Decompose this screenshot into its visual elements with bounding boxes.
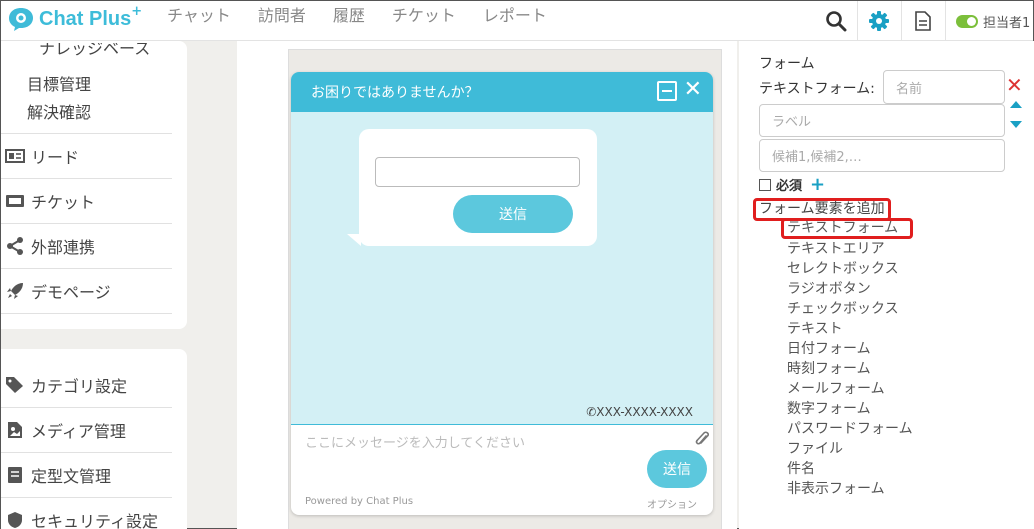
sidebar-item-templates[interactable]: 定型文管理 [1, 452, 172, 497]
required-row: 必須 + [759, 175, 825, 194]
form-element-list: テキストフォーム テキストエリア セレクトボックス ラジオボタン チェックボック… [781, 218, 913, 499]
element-time[interactable]: 時刻フォーム [787, 359, 913, 379]
minimize-icon[interactable] [657, 81, 677, 101]
sidebar-menu-top: ナレッジベース 目標管理 解決確認 リード チケット 外部連携 デモページ [1, 41, 187, 329]
tag-icon [1, 376, 29, 394]
sidebar-item-resolution[interactable]: 解決確認 [27, 99, 91, 123]
chat-bubble-logo-icon [9, 8, 33, 31]
element-password[interactable]: パスワードフォーム [787, 419, 913, 439]
phone-icon: ✆ [586, 405, 597, 419]
options-input[interactable]: 候補1,候補2,… [759, 139, 1005, 172]
logo-text: Chat Plus [39, 7, 132, 30]
element-number[interactable]: 数字フォーム [787, 399, 913, 419]
nav-tickets[interactable]: チケット [392, 6, 456, 26]
footer-divider [291, 424, 713, 425]
gear-icon [868, 11, 889, 31]
main-nav: チャット 訪問者 履歴 チケット レポート [167, 6, 574, 26]
sidebar-item-category-settings[interactable]: カテゴリ設定 [1, 362, 172, 407]
logo-plus: + [131, 3, 143, 19]
element-text[interactable]: テキスト [787, 319, 913, 339]
sidebar-item-label: デモページ [31, 283, 111, 302]
sidebar-item-goals[interactable]: 目標管理 [27, 71, 91, 95]
search-icon [826, 11, 847, 32]
status-label: 担当者1 [983, 15, 1031, 31]
sidebar-item-label: メディア管理 [31, 422, 126, 441]
paperclip-icon[interactable] [695, 430, 710, 452]
sidebar-item-security[interactable]: セキュリティ設定 [1, 497, 172, 529]
nav-visitors[interactable]: 訪問者 [258, 6, 306, 26]
ticket-icon [1, 194, 29, 208]
form-panel-title: フォーム [759, 56, 815, 72]
sidebar-item-leads[interactable]: リード [1, 133, 172, 178]
sidebar-item-label: リード [31, 148, 80, 167]
document-icon [914, 11, 931, 31]
sidebar-item-label: カテゴリ設定 [31, 376, 128, 396]
name-input[interactable]: 名前 [883, 70, 1005, 104]
element-hidden[interactable]: 非表示フォーム [787, 479, 913, 499]
share-icon [1, 237, 29, 255]
element-file[interactable]: ファイル [787, 439, 913, 459]
message-send-button[interactable]: 送信 [647, 450, 707, 488]
move-down-icon[interactable] [1010, 121, 1022, 128]
message-input[interactable]: ここにメッセージを入力してください [305, 432, 525, 451]
sidebar-item-label: 定型文管理 [31, 467, 112, 486]
settings-button[interactable] [857, 1, 899, 41]
nav-chat[interactable]: チャット [167, 6, 231, 26]
book-icon [1, 466, 29, 484]
widget-header: お困りではありませんか？ ✕ [291, 72, 713, 112]
widget-message-area: 送信 ✆XXX-XXXX-XXXX [291, 112, 713, 424]
move-up-icon[interactable] [1010, 101, 1022, 108]
document-button[interactable] [901, 1, 943, 41]
powered-by: Powered by Chat Plus [305, 496, 414, 507]
text-form-input[interactable] [375, 157, 580, 187]
chat-widget: お困りではありませんか？ ✕ 送信 ✆XXX-XXXX-XXXX ここにメッセー… [291, 72, 713, 515]
app-logo[interactable]: Chat Plus + [7, 3, 143, 32]
phone-number: ✆XXX-XXXX-XXXX [586, 405, 693, 419]
element-checkbox[interactable]: チェックボックス [787, 299, 913, 319]
sidebar-item-label: チケット [31, 193, 96, 212]
sidebar-item-media[interactable]: メディア管理 [1, 407, 172, 452]
search-button[interactable] [815, 1, 857, 41]
sidebar-item-tickets[interactable]: チケット [1, 178, 172, 223]
required-label: 必須 [776, 179, 803, 194]
label-input[interactable]: ラベル [759, 104, 1005, 137]
shield-icon [1, 511, 29, 529]
sidebar-divider [1, 313, 172, 314]
form-bubble: 送信 [359, 129, 597, 246]
sidebar-menu-bottom: カテゴリ設定 メディア管理 定型文管理 セキュリティ設定 [1, 349, 187, 529]
phone-text: XXX-XXXX-XXXX [596, 405, 693, 419]
widget-title: お困りではありませんか？ [311, 85, 479, 101]
element-date[interactable]: 日付フォーム [787, 339, 913, 359]
add-plus-icon[interactable]: + [810, 175, 825, 193]
element-radio[interactable]: ラジオボタン [787, 279, 913, 299]
media-icon [1, 421, 29, 439]
status-toggle[interactable] [956, 14, 978, 28]
sidebar-item-label: セキュリティ設定 [31, 512, 159, 529]
delete-icon[interactable]: ✕ [1006, 73, 1023, 97]
close-icon[interactable]: ✕ [684, 79, 702, 101]
element-text-form[interactable]: テキストフォーム [781, 218, 913, 239]
sidebar-item-integrations[interactable]: 外部連携 [1, 223, 172, 268]
element-select[interactable]: セレクトボックス [787, 259, 913, 279]
text-form-label: テキストフォーム: [759, 81, 875, 97]
bubble-tail [347, 234, 361, 246]
status-toggle-area[interactable]: 担当者1 [945, 1, 1034, 41]
id-card-icon [1, 149, 29, 163]
nav-reports[interactable]: レポート [483, 6, 547, 26]
sidebar-item-label: 外部連携 [31, 238, 96, 257]
nav-history[interactable]: 履歴 [333, 6, 365, 26]
form-send-button[interactable]: 送信 [453, 195, 573, 233]
sidebar-item-demo-page[interactable]: デモページ [1, 268, 172, 313]
element-email[interactable]: メールフォーム [787, 379, 913, 399]
element-subject[interactable]: 件名 [787, 459, 913, 479]
required-checkbox[interactable] [759, 178, 771, 191]
element-textarea[interactable]: テキストエリア [787, 239, 913, 259]
top-header: Chat Plus + チャット 訪問者 履歴 チケット レポート 担当者1 [1, 1, 1033, 41]
rocket-icon [1, 282, 29, 300]
option-link[interactable]: オプション [647, 496, 697, 511]
